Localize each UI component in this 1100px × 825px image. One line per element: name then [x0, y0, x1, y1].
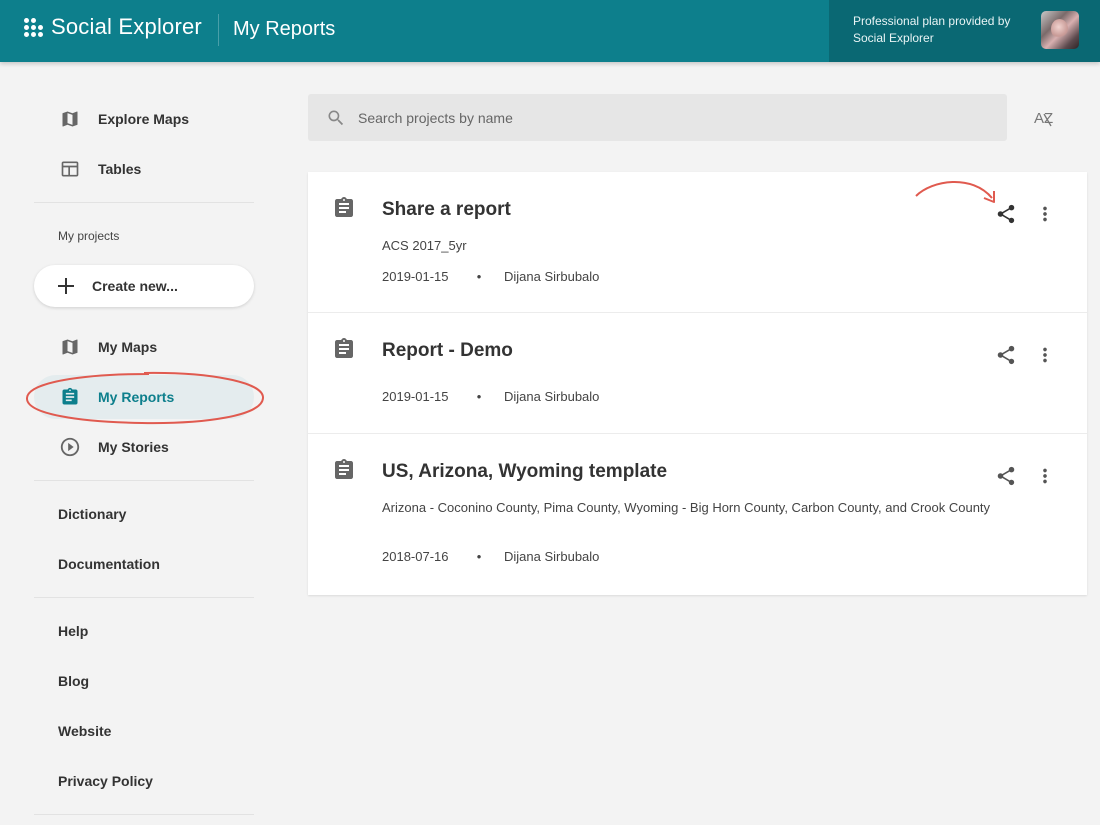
sidebar-item-help[interactable]: Help: [34, 609, 254, 653]
sort-az-icon: AZ: [1034, 110, 1053, 127]
report-icon: [332, 196, 356, 220]
user-avatar[interactable]: [1041, 11, 1079, 49]
logo-text: Social Explorer: [51, 14, 202, 39]
sidebar-item-dictionary[interactable]: Dictionary: [34, 492, 254, 536]
sidebar-item-label: My Stories: [98, 439, 169, 455]
report-author: Dijana Sirbubalo: [504, 549, 600, 564]
table-icon: [58, 157, 82, 181]
more-vert-icon: [1043, 206, 1047, 222]
more-options-button[interactable]: [1031, 200, 1059, 228]
logo-dots-icon: [24, 17, 43, 37]
sidebar-divider: [34, 597, 254, 598]
app-header: Social Explorer My Reports Professional …: [0, 0, 1100, 62]
sidebar-item-privacy-policy[interactable]: Privacy Policy: [34, 759, 254, 803]
sidebar-item-documentation[interactable]: Documentation: [34, 542, 254, 586]
search-icon: [326, 108, 346, 128]
share-button[interactable]: [992, 341, 1020, 369]
plan-info: Professional plan provided by Social Exp…: [829, 0, 1100, 62]
more-options-button[interactable]: [1031, 462, 1059, 490]
create-new-label: Create new...: [92, 278, 178, 294]
sidebar-item-tables[interactable]: Tables: [34, 147, 254, 191]
more-options-button[interactable]: [1031, 341, 1059, 369]
sidebar-item-my-maps[interactable]: My Maps: [34, 325, 254, 369]
report-card[interactable]: Report - Demo 2019-01-15 • Dijana Sirbub…: [308, 313, 1087, 434]
sidebar-item-my-stories[interactable]: My Stories: [34, 425, 254, 469]
share-icon: [997, 466, 1015, 486]
report-date: 2019-01-15: [382, 269, 449, 284]
report-meta: 2018-07-16 • Dijana Sirbubalo: [382, 549, 599, 564]
report-date: 2018-07-16: [382, 549, 449, 564]
report-date: 2019-01-15: [382, 389, 449, 404]
create-new-button[interactable]: Create new...: [34, 265, 254, 307]
sidebar-divider: [34, 480, 254, 481]
report-author: Dijana Sirbubalo: [504, 269, 600, 284]
more-vert-icon: [1043, 347, 1047, 363]
sidebar-item-label: My Maps: [98, 339, 158, 355]
search-input[interactable]: [358, 109, 958, 126]
report-meta: 2019-01-15 • Dijana Sirbubalo: [382, 269, 599, 284]
play-circle-icon: [58, 435, 82, 459]
social-explorer-logo[interactable]: Social Explorer: [24, 14, 202, 40]
meta-separator: •: [476, 269, 482, 284]
sidebar-item-label: Explore Maps: [98, 111, 190, 127]
share-icon: [997, 345, 1015, 365]
sidebar-item-label: Tables: [98, 161, 142, 177]
report-card[interactable]: US, Arizona, Wyoming template Arizona - …: [308, 434, 1087, 595]
sidebar-item-website[interactable]: Website: [34, 709, 254, 753]
header-divider: [218, 14, 219, 46]
share-icon: [997, 204, 1015, 224]
report-icon: [332, 337, 356, 361]
meta-separator: •: [476, 389, 482, 404]
report-author: Dijana Sirbubalo: [504, 389, 600, 404]
report-subtitle: ACS 2017_5yr: [382, 238, 467, 253]
my-projects-label: My projects: [58, 229, 120, 243]
sidebar-item-explore-maps[interactable]: Explore Maps: [34, 97, 254, 141]
sidebar: Explore Maps Tables My projects Create n…: [0, 62, 280, 825]
map-icon: [58, 107, 82, 131]
plan-text: Professional plan provided by Social Exp…: [853, 14, 1011, 45]
map-icon: [58, 335, 82, 359]
plus-icon: [58, 278, 74, 294]
report-title[interactable]: US, Arizona, Wyoming template: [382, 461, 667, 483]
share-button[interactable]: [992, 462, 1020, 490]
report-title[interactable]: Share a report: [382, 199, 511, 221]
sidebar-item-blog[interactable]: Blog: [34, 659, 254, 703]
sidebar-item-my-reports[interactable]: My Reports: [34, 375, 254, 419]
share-button[interactable]: [992, 200, 1020, 228]
sidebar-divider: [34, 202, 254, 203]
more-vert-icon: [1043, 468, 1047, 484]
search-bar: [308, 94, 1007, 141]
report-card[interactable]: Share a report ACS 2017_5yr 2019-01-15 •…: [308, 172, 1087, 313]
meta-separator: •: [476, 549, 482, 564]
report-icon: [58, 385, 82, 409]
sort-button[interactable]: AZ: [1031, 106, 1059, 130]
sidebar-item-label: My Reports: [98, 389, 175, 405]
report-list: Share a report ACS 2017_5yr 2019-01-15 •…: [308, 172, 1087, 595]
report-subtitle: Arizona - Coconino County, Pima County, …: [382, 500, 991, 515]
report-icon: [332, 458, 356, 482]
sidebar-divider: [34, 814, 254, 815]
report-title[interactable]: Report - Demo: [382, 340, 513, 362]
report-meta: 2019-01-15 • Dijana Sirbubalo: [382, 389, 599, 404]
page-title: My Reports: [233, 18, 336, 40]
